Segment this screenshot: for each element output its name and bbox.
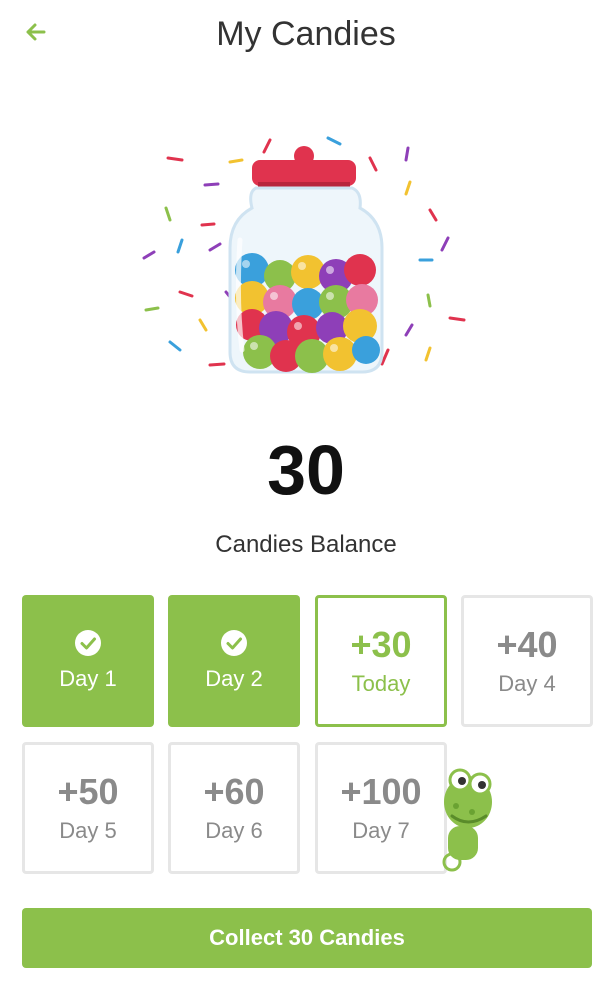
day-card-7[interactable]: +100 Day 7 [315,742,447,874]
candy-jar-illustration [142,136,466,374]
day-amount: +40 [496,624,558,665]
day-amount: +50 [57,771,119,812]
candies-balance-label: Candies Balance [215,531,397,558]
day-label: Day 2 [205,666,263,691]
day-card-1[interactable]: Day 1 [22,595,154,727]
day-label: Day 4 [498,671,556,696]
day-card-4[interactable]: +40 Day 4 [461,595,593,727]
day-amount: +100 [340,771,422,812]
collect-candies-button[interactable]: Collect 30 Candies [22,908,592,968]
day-card-2[interactable]: Day 2 [168,595,300,727]
day-label: Day 5 [59,818,117,843]
check-circle-icon [75,630,101,656]
candies-balance-value: 30 [267,431,345,509]
day-label: Day 7 [352,818,410,843]
day-card-5[interactable]: +50 Day 5 [22,742,154,874]
day-amount: +60 [203,771,265,812]
day-amount: +30 [350,624,412,665]
page-title: My Candies [216,15,396,53]
frog-mascot-icon [442,768,492,872]
day-card-today[interactable]: +30 Today [315,595,447,727]
day-label: Today [351,671,411,696]
day-card-6[interactable]: +60 Day 6 [168,742,300,874]
day-label: Day 1 [59,666,117,691]
check-circle-icon [221,630,247,656]
day-label: Day 6 [205,818,263,843]
